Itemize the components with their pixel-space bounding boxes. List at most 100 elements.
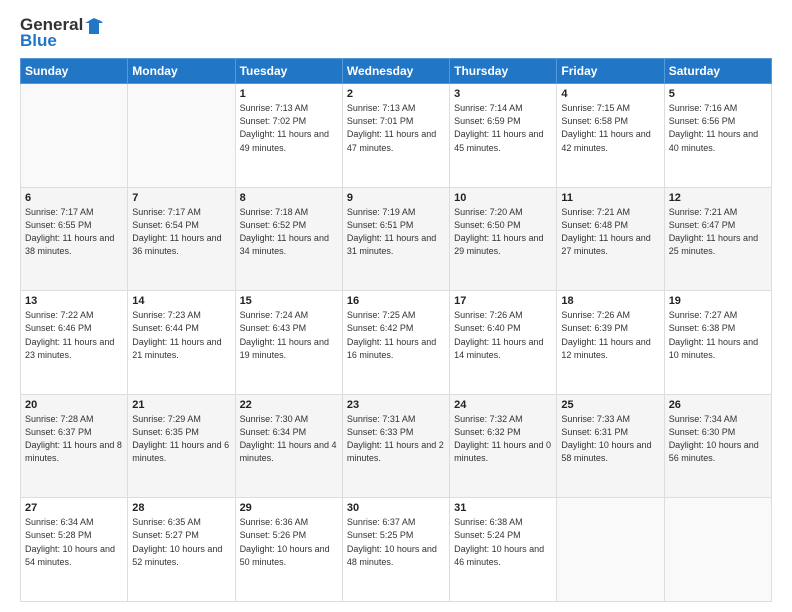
day-number: 12: [669, 192, 767, 204]
calendar-cell: 29 Sunrise: 6:36 AM Sunset: 5:26 PM Dayli…: [235, 498, 342, 602]
day-info: Sunrise: 6:35 AM Sunset: 5:27 PM Dayligh…: [132, 516, 230, 568]
column-header-wednesday: Wednesday: [342, 59, 449, 84]
calendar-week-row: 6Sunrise: 7:17 AM Sunset: 6:55 PM Daylig…: [21, 187, 772, 291]
day-info: Sunrise: 7:16 AM Sunset: 6:56 PM Dayligh…: [669, 102, 767, 154]
calendar-cell: 27 Sunrise: 6:34 AM Sunset: 5:28 PM Dayli…: [21, 498, 128, 602]
day-number: 8: [240, 192, 338, 204]
day-number: 13: [25, 295, 123, 307]
day-info: Sunrise: 7:19 AM Sunset: 6:51 PM Dayligh…: [347, 206, 445, 258]
day-number: 14: [132, 295, 230, 307]
day-number: 28: [132, 502, 230, 514]
day-info: Sunrise: 7:13 AM Sunset: 7:01 PM Dayligh…: [347, 102, 445, 154]
day-info: Sunrise: 7:26 AM Sunset: 6:40 PM Dayligh…: [454, 309, 552, 361]
calendar-cell: 21 Sunrise: 7:29 AM Sunset: 6:35 PM Dayli…: [128, 394, 235, 498]
calendar-week-row: 1 Sunrise: 7:13 AM Sunset: 7:02 PM Daylig…: [21, 84, 772, 188]
calendar-header-row: SundayMondayTuesdayWednesdayThursdayFrid…: [21, 59, 772, 84]
calendar-cell: 30 Sunrise: 6:37 AM Sunset: 5:25 PM Dayli…: [342, 498, 449, 602]
day-info: Sunrise: 7:13 AM Sunset: 7:02 PM Dayligh…: [240, 102, 338, 154]
calendar-table: SundayMondayTuesdayWednesdayThursdayFrid…: [20, 58, 772, 602]
day-number: 22: [240, 399, 338, 411]
day-info: Sunrise: 6:37 AM Sunset: 5:25 PM Dayligh…: [347, 516, 445, 568]
day-number: 18: [561, 295, 659, 307]
calendar-cell: 25 Sunrise: 7:33 AM Sunset: 6:31 PM Dayli…: [557, 394, 664, 498]
calendar-cell: 16 Sunrise: 7:25 AM Sunset: 6:42 PM Dayli…: [342, 291, 449, 395]
day-number: 11: [561, 192, 659, 204]
day-number: 1: [240, 88, 338, 100]
header: General Blue: [20, 16, 772, 50]
calendar-cell: 17 Sunrise: 7:26 AM Sunset: 6:40 PM Dayli…: [450, 291, 557, 395]
calendar-cell: 7 Sunrise: 7:17 AM Sunset: 6:54 PM Daylig…: [128, 187, 235, 291]
day-number: 30: [347, 502, 445, 514]
calendar-cell: [128, 84, 235, 188]
calendar-week-row: 20 Sunrise: 7:28 AM Sunset: 6:37 PM Dayli…: [21, 394, 772, 498]
calendar-cell: [21, 84, 128, 188]
day-info: Sunrise: 7:28 AM Sunset: 6:37 PM Dayligh…: [25, 413, 123, 465]
day-info: Sunrise: 7:26 AM Sunset: 6:39 PM Dayligh…: [561, 309, 659, 361]
calendar-week-row: 27 Sunrise: 6:34 AM Sunset: 5:28 PM Dayli…: [21, 498, 772, 602]
calendar-cell: 10 Sunrise: 7:20 AM Sunset: 6:50 PM Dayli…: [450, 187, 557, 291]
column-header-friday: Friday: [557, 59, 664, 84]
logo: General Blue: [20, 16, 103, 50]
column-header-saturday: Saturday: [664, 59, 771, 84]
day-number: 31: [454, 502, 552, 514]
day-number: 16: [347, 295, 445, 307]
day-number: 29: [240, 502, 338, 514]
calendar-cell: 12 Sunrise: 7:21 AM Sunset: 6:47 PM Dayli…: [664, 187, 771, 291]
day-info: Sunrise: 6:38 AM Sunset: 5:24 PM Dayligh…: [454, 516, 552, 568]
day-number: 27: [25, 502, 123, 514]
day-info: Sunrise: 7:14 AM Sunset: 6:59 PM Dayligh…: [454, 102, 552, 154]
calendar-cell: 24Sunrise: 7:32 AM Sunset: 6:32 PM Dayli…: [450, 394, 557, 498]
day-info: Sunrise: 7:33 AM Sunset: 6:31 PM Dayligh…: [561, 413, 659, 465]
calendar-cell: 4 Sunrise: 7:15 AM Sunset: 6:58 PM Daylig…: [557, 84, 664, 188]
column-header-monday: Monday: [128, 59, 235, 84]
day-number: 6: [25, 192, 123, 204]
day-info: Sunrise: 6:36 AM Sunset: 5:26 PM Dayligh…: [240, 516, 338, 568]
calendar-cell: [664, 498, 771, 602]
day-number: 20: [25, 399, 123, 411]
calendar-cell: 9 Sunrise: 7:19 AM Sunset: 6:51 PM Daylig…: [342, 187, 449, 291]
day-info: Sunrise: 7:18 AM Sunset: 6:52 PM Dayligh…: [240, 206, 338, 258]
calendar-week-row: 13 Sunrise: 7:22 AM Sunset: 6:46 PM Dayli…: [21, 291, 772, 395]
day-info: Sunrise: 7:22 AM Sunset: 6:46 PM Dayligh…: [25, 309, 123, 361]
day-number: 9: [347, 192, 445, 204]
calendar-cell: 19 Sunrise: 7:27 AM Sunset: 6:38 PM Dayli…: [664, 291, 771, 395]
day-number: 26: [669, 399, 767, 411]
day-number: 7: [132, 192, 230, 204]
day-info: Sunrise: 7:25 AM Sunset: 6:42 PM Dayligh…: [347, 309, 445, 361]
day-info: Sunrise: 6:34 AM Sunset: 5:28 PM Dayligh…: [25, 516, 123, 568]
calendar-cell: 15Sunrise: 7:24 AM Sunset: 6:43 PM Dayli…: [235, 291, 342, 395]
day-number: 10: [454, 192, 552, 204]
day-info: Sunrise: 7:27 AM Sunset: 6:38 PM Dayligh…: [669, 309, 767, 361]
calendar-cell: 14 Sunrise: 7:23 AM Sunset: 6:44 PM Dayli…: [128, 291, 235, 395]
calendar-cell: 22 Sunrise: 7:30 AM Sunset: 6:34 PM Dayli…: [235, 394, 342, 498]
day-info: Sunrise: 7:20 AM Sunset: 6:50 PM Dayligh…: [454, 206, 552, 258]
day-info: Sunrise: 7:21 AM Sunset: 6:47 PM Dayligh…: [669, 206, 767, 258]
day-number: 3: [454, 88, 552, 100]
column-header-tuesday: Tuesday: [235, 59, 342, 84]
day-info: Sunrise: 7:31 AM Sunset: 6:33 PM Dayligh…: [347, 413, 445, 465]
day-number: 5: [669, 88, 767, 100]
day-number: 24: [454, 399, 552, 411]
calendar-cell: 23Sunrise: 7:31 AM Sunset: 6:33 PM Dayli…: [342, 394, 449, 498]
column-header-sunday: Sunday: [21, 59, 128, 84]
calendar-cell: 13 Sunrise: 7:22 AM Sunset: 6:46 PM Dayli…: [21, 291, 128, 395]
day-number: 25: [561, 399, 659, 411]
calendar-cell: 3 Sunrise: 7:14 AM Sunset: 6:59 PM Daylig…: [450, 84, 557, 188]
day-number: 21: [132, 399, 230, 411]
day-info: Sunrise: 7:29 AM Sunset: 6:35 PM Dayligh…: [132, 413, 230, 465]
calendar-cell: 1 Sunrise: 7:13 AM Sunset: 7:02 PM Daylig…: [235, 84, 342, 188]
day-number: 4: [561, 88, 659, 100]
calendar-cell: 20 Sunrise: 7:28 AM Sunset: 6:37 PM Dayli…: [21, 394, 128, 498]
day-info: Sunrise: 7:30 AM Sunset: 6:34 PM Dayligh…: [240, 413, 338, 465]
day-number: 19: [669, 295, 767, 307]
day-number: 17: [454, 295, 552, 307]
day-info: Sunrise: 7:15 AM Sunset: 6:58 PM Dayligh…: [561, 102, 659, 154]
day-number: 2: [347, 88, 445, 100]
day-info: Sunrise: 7:17 AM Sunset: 6:54 PM Dayligh…: [132, 206, 230, 258]
day-info: Sunrise: 7:34 AM Sunset: 6:30 PM Dayligh…: [669, 413, 767, 465]
calendar-cell: [557, 498, 664, 602]
day-info: Sunrise: 7:21 AM Sunset: 6:48 PM Dayligh…: [561, 206, 659, 258]
calendar-cell: 31 Sunrise: 6:38 AM Sunset: 5:24 PM Dayli…: [450, 498, 557, 602]
calendar-cell: 6Sunrise: 7:17 AM Sunset: 6:55 PM Daylig…: [21, 187, 128, 291]
day-info: Sunrise: 7:23 AM Sunset: 6:44 PM Dayligh…: [132, 309, 230, 361]
